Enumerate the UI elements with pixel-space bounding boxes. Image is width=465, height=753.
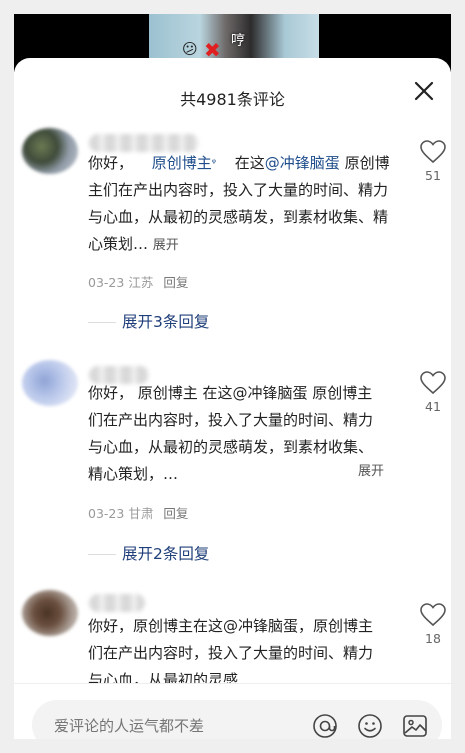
- nickname-blurred[interactable]: [89, 594, 145, 612]
- at-icon[interactable]: [312, 713, 338, 739]
- expand-replies-button[interactable]: 展开3条回复: [88, 310, 209, 332]
- comment-text[interactable]: 你好， 原创博主 在这@冲锋脑蛋 原创博主们在产出内容时，投入了大量的时间、精力…: [88, 380, 384, 488]
- comment-sheet-screen: 😕 ✖ 哼 共4981条评论 你好， 原创博主ᵠ 在这@冲锋脑蛋 原创博主们在产…: [14, 14, 451, 739]
- comment-middle-text: 在这: [234, 154, 265, 172]
- heart-icon: [420, 603, 446, 627]
- image-icon[interactable]: [402, 713, 428, 739]
- comment-input-bar: [14, 683, 451, 739]
- comment-location: 甘肃: [128, 506, 154, 521]
- avatar[interactable]: [22, 590, 78, 636]
- comment-date: 03-23: [88, 275, 125, 290]
- like-count: 51: [425, 168, 441, 183]
- comment-input[interactable]: [52, 700, 296, 739]
- reply-button[interactable]: 回复: [163, 506, 188, 521]
- comment-date: 03-23: [88, 506, 125, 521]
- reply-button[interactable]: 回复: [163, 275, 188, 290]
- comment-meta: 03-23 江苏 回复: [88, 272, 188, 291]
- like-button[interactable]: 18: [418, 603, 448, 646]
- comment-greeting: 你好，: [88, 154, 134, 172]
- comments-panel: 共4981条评论 你好， 原创博主ᵠ 在这@冲锋脑蛋 原创博主们在产出内容时，投…: [14, 58, 451, 739]
- comments-list: 你好， 原创博主ᵠ 在这@冲锋脑蛋 原创博主们在产出内容时，投入了大量的时间、精…: [14, 58, 451, 683]
- like-button[interactable]: 41: [418, 371, 448, 414]
- expand-replies-button[interactable]: 展开2条回复: [88, 542, 209, 564]
- comment-text[interactable]: 你好， 原创博主ᵠ 在这@冲锋脑蛋 原创博主们在产出内容时，投入了大量的时间、精…: [88, 150, 392, 259]
- avatar[interactable]: [22, 128, 78, 174]
- like-count: 18: [425, 631, 441, 646]
- video-caption: 哼: [231, 33, 245, 49]
- comment-meta: 03-23 甘肃 回复: [88, 503, 188, 522]
- avatar[interactable]: [22, 360, 78, 406]
- expand-link[interactable]: 展开: [358, 460, 384, 479]
- expand-link[interactable]: 展开: [153, 238, 179, 253]
- divider-line: [88, 322, 116, 323]
- comment-text[interactable]: 你好，原创博主在这@冲锋脑蛋，原创博主们在产出内容时，投入了大量的时间、精力与心…: [88, 613, 384, 683]
- comment-input-container[interactable]: [32, 700, 442, 739]
- emoji-icon[interactable]: [357, 713, 383, 739]
- mention-suffix-mark: ᵠ: [211, 158, 216, 169]
- video-emoji: 😕: [182, 40, 198, 58]
- divider-line: [88, 554, 116, 555]
- mention-original-creator[interactable]: 原创博主: [152, 154, 212, 172]
- like-button[interactable]: 51: [418, 140, 448, 183]
- expand-replies-label: 展开3条回复: [122, 313, 210, 331]
- heart-icon: [420, 140, 446, 164]
- like-count: 41: [425, 399, 441, 414]
- expand-replies-label: 展开2条回复: [122, 545, 210, 563]
- comment-location: 江苏: [128, 275, 154, 290]
- mention-chongfeng[interactable]: @冲锋脑蛋: [265, 154, 340, 172]
- heart-icon: [420, 371, 446, 395]
